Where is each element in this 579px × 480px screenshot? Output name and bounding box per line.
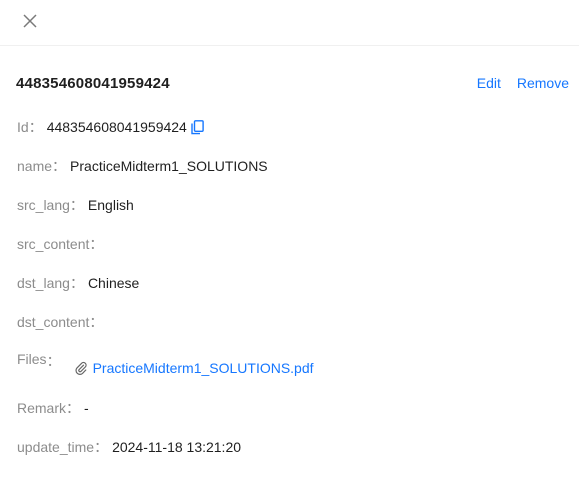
field-separator: ： [94, 439, 109, 455]
edit-button[interactable]: Edit [477, 75, 501, 91]
action-group: Edit Remove [477, 75, 569, 91]
close-button[interactable] [20, 11, 40, 31]
field-update-time: update_time： 2024-11-18 13:21:20 [17, 437, 241, 457]
field-value: - [84, 400, 89, 416]
remove-button[interactable]: Remove [517, 75, 569, 91]
detail-drawer: 448354608041959424 Edit Remove Id： 44835… [0, 0, 579, 480]
field-dst-content: dst_content： [17, 312, 107, 332]
field-separator: ： [28, 119, 43, 135]
field-value: PracticeMidterm1_SOLUTIONS [70, 158, 268, 174]
field-files: Files： PracticeMidterm1_SOLUTIONS.pdf [17, 351, 314, 391]
field-label: src_lang [17, 197, 70, 213]
field-separator: ： [52, 158, 67, 174]
field-label: dst_content [17, 314, 90, 330]
field-label: Remark [17, 400, 67, 416]
field-value: English [87, 197, 134, 213]
field-separator: ： [89, 236, 104, 252]
field-src-content: src_content： [17, 234, 107, 254]
paperclip-icon [75, 361, 87, 375]
copy-icon[interactable] [191, 119, 204, 135]
file-item: PracticeMidterm1_SOLUTIONS.pdf [75, 360, 314, 376]
close-icon [23, 14, 37, 28]
field-label: update_time [17, 439, 95, 455]
field-label: dst_lang [17, 275, 70, 291]
field-dst-lang: dst_lang： Chinese [17, 273, 139, 293]
field-label: Files [17, 351, 47, 367]
field-label: src_content [17, 236, 90, 252]
field-value: Chinese [87, 275, 140, 291]
field-separator: ： [66, 400, 81, 416]
field-label: name [17, 158, 53, 174]
field-remark: Remark： - [17, 398, 89, 418]
record-title: 448354608041959424 [16, 74, 170, 92]
title-row: 448354608041959424 Edit Remove [16, 73, 569, 93]
field-name: name： PracticeMidterm1_SOLUTIONS [17, 156, 268, 176]
drawer-header [0, 0, 579, 46]
field-separator: ： [89, 314, 104, 330]
field-separator: ： [69, 197, 84, 213]
field-separator: ： [69, 275, 84, 291]
field-separator: ： [46, 353, 61, 369]
field-label: Id [17, 119, 29, 135]
field-value: 2024-11-18 13:21:20 [112, 439, 242, 455]
file-link[interactable]: PracticeMidterm1_SOLUTIONS.pdf [93, 360, 314, 376]
field-value: 448354608041959424 [46, 119, 187, 135]
field-src-lang: src_lang： English [17, 195, 134, 215]
field-id: Id： 448354608041959424 [17, 117, 204, 137]
